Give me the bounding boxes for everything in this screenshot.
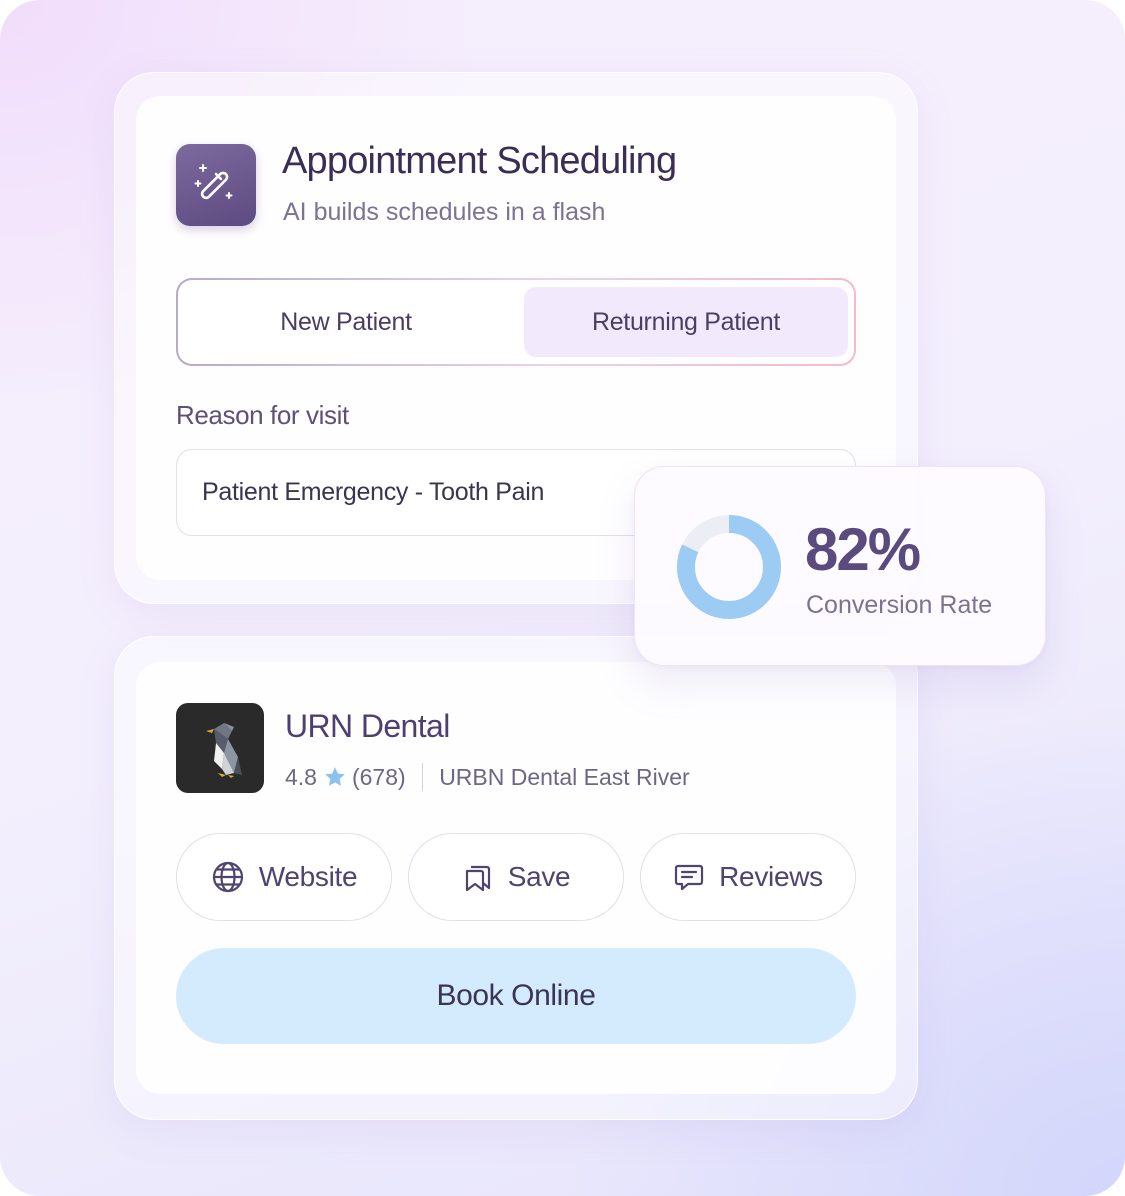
book-online-button[interactable]: Book Online <box>176 948 856 1044</box>
rating-value: 4.8 <box>285 763 317 790</box>
conversion-card: 82% Conversion Rate <box>634 466 1046 666</box>
card-title: Appointment Scheduling <box>282 140 677 182</box>
business-meta: 4.8 (678) URBN Dental East River <box>285 762 690 792</box>
chat-icon <box>673 861 705 893</box>
save-label: Save <box>507 861 571 892</box>
background: Appointment Scheduling AI builds schedul… <box>0 0 1125 1196</box>
business-name: URN Dental <box>285 708 450 744</box>
penguin-logo <box>176 703 264 793</box>
reason-label: Reason for visit <box>176 400 349 430</box>
star-icon <box>323 765 347 789</box>
website-button[interactable]: Website <box>176 833 392 921</box>
conversion-donut <box>677 515 781 619</box>
website-label: Website <box>258 861 358 892</box>
conversion-label: Conversion Rate <box>806 591 993 619</box>
bookmark-icon <box>462 861 494 893</box>
returning-patient-option[interactable]: Returning Patient <box>524 287 848 357</box>
magic-wand-icon <box>176 144 256 226</box>
patient-type-toggle: New Patient Returning Patient <box>176 278 856 366</box>
reviews-label: Reviews <box>719 861 823 892</box>
new-patient-option[interactable]: New Patient <box>186 287 506 357</box>
conversion-percent: 82% <box>805 516 921 583</box>
review-count: (678) <box>351 763 406 790</box>
reviews-button[interactable]: Reviews <box>640 833 856 921</box>
reason-value: Patient Emergency - Tooth Pain <box>202 478 545 506</box>
card-subtitle: AI builds schedules in a flash <box>283 198 606 226</box>
save-button[interactable]: Save <box>408 833 624 921</box>
globe-icon <box>211 860 245 894</box>
business-location: URBN Dental East River <box>439 763 690 790</box>
meta-divider <box>421 763 424 791</box>
